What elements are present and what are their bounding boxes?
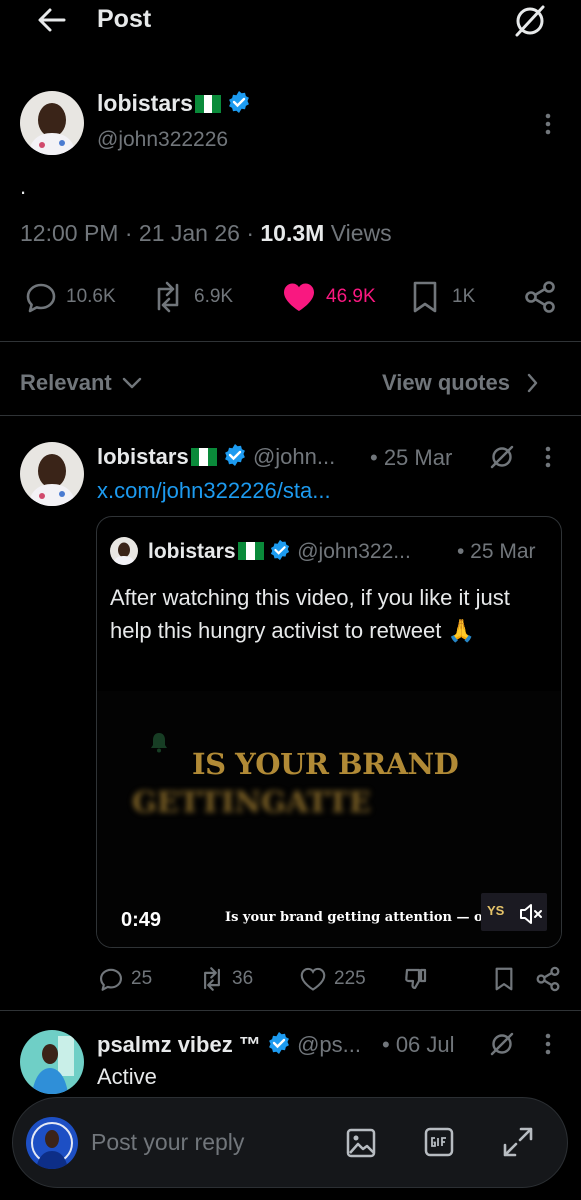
author-handle: @john322...	[297, 540, 411, 563]
repost-icon	[150, 280, 186, 314]
divider	[0, 341, 581, 342]
author-handle: @ps...	[297, 1032, 361, 1057]
avatar[interactable]	[20, 91, 84, 155]
video-caption: Is your brand getting attention — or	[225, 910, 490, 925]
post-date: 21 Jan 26	[138, 220, 240, 246]
reply-date: • 25 Mar	[370, 445, 453, 470]
verified-badge-icon	[267, 1031, 291, 1055]
author-name: psalmz vibez ™	[97, 1032, 261, 1057]
back-arrow-icon[interactable]	[36, 6, 68, 34]
more-options-icon[interactable]	[544, 1032, 552, 1056]
quote-author: lobistars @john322...	[148, 539, 411, 564]
quote-card[interactable]: lobistars @john322... • 25 Mar After wat…	[96, 516, 562, 948]
author-name: lobistars	[97, 90, 193, 116]
post-time: 12:00 PM	[20, 220, 119, 246]
author-handle: @john...	[252, 444, 336, 469]
grok-icon[interactable]	[512, 3, 548, 39]
view-quotes-label: View quotes	[382, 370, 510, 395]
nigeria-flag-icon	[190, 448, 217, 466]
avatar	[110, 537, 138, 565]
verified-badge-icon	[269, 539, 291, 561]
bookmark-icon	[410, 280, 440, 314]
avatar[interactable]	[20, 442, 84, 506]
video-headline: IS YOUR BRAND	[192, 747, 459, 781]
share-icon[interactable]	[523, 280, 557, 314]
grok-icon[interactable]	[489, 444, 515, 470]
reply-icon	[98, 966, 124, 992]
nigeria-flag-icon	[194, 95, 221, 113]
repost-button[interactable]: 36	[198, 966, 253, 992]
heart-filled-icon	[282, 281, 316, 313]
reply-count: 25	[131, 968, 153, 989]
view-quotes-link[interactable]: View quotes	[382, 370, 538, 396]
post-meta: 12:00 PM · 21 Jan 26 · 10.3M Views	[20, 220, 392, 246]
reply-link[interactable]: x.com/john322226/sta...	[97, 478, 331, 504]
repost-button[interactable]: 6.9K	[150, 280, 233, 314]
repost-icon	[198, 966, 226, 992]
relevance-dropdown[interactable]: Relevant	[20, 370, 142, 396]
gif-icon[interactable]	[424, 1127, 454, 1157]
views-count: 10.3M	[260, 220, 325, 246]
heart-icon	[300, 967, 326, 991]
video-player[interactable]: IS YOUR BRAND GETTINGATTE 0:49 Is your b…	[97, 691, 561, 947]
relevance-label: Relevant	[20, 370, 112, 395]
quote-text: After watching this video, if you like i…	[110, 585, 510, 643]
bookmark-count: 1K	[452, 286, 476, 307]
chevron-right-icon	[526, 373, 538, 393]
more-options-icon[interactable]	[544, 445, 552, 469]
more-options-icon[interactable]	[544, 112, 552, 136]
like-button[interactable]: 46.9K	[282, 280, 376, 314]
reply-date: • 06 Jul	[382, 1032, 455, 1057]
divider	[0, 1010, 581, 1011]
repost-count: 36	[232, 968, 254, 989]
views-label: Views	[330, 220, 392, 246]
reply-icon	[24, 280, 58, 314]
like-count: 46.9K	[326, 286, 376, 307]
author-name: lobistars	[148, 540, 236, 563]
expand-icon[interactable]	[501, 1125, 535, 1159]
reply-text: Active	[97, 1064, 157, 1089]
reply-author[interactable]: psalmz vibez ™ @ps...	[97, 1031, 361, 1058]
reply-composer: Post your reply	[12, 1097, 568, 1188]
like-count: 225	[334, 968, 366, 989]
verified-badge-icon	[227, 90, 251, 114]
avatar[interactable]	[20, 1030, 84, 1094]
author-name: lobistars	[97, 444, 189, 469]
bookmark-button[interactable]: 1K	[410, 280, 475, 314]
reply-count: 10.6K	[66, 286, 116, 307]
divider	[0, 415, 581, 416]
post-body: .	[20, 174, 27, 199]
share-icon[interactable]	[535, 966, 561, 992]
dislike-icon[interactable]	[403, 966, 429, 992]
grok-icon[interactable]	[489, 1031, 515, 1057]
avatar	[26, 1117, 78, 1169]
mute-icon[interactable]	[518, 903, 544, 925]
reply-button[interactable]: 10.6K	[24, 280, 116, 314]
thumbnail-watermark: YS	[487, 903, 505, 918]
reply-author[interactable]: lobistars @john...	[97, 443, 335, 470]
reply-button[interactable]: 25	[98, 966, 152, 992]
author-handle[interactable]: @john322226	[97, 128, 228, 152]
verified-badge-icon	[223, 443, 247, 467]
bell-icon	[149, 731, 169, 753]
video-duration: 0:49	[121, 909, 162, 931]
quote-date: • 25 Mar	[457, 540, 536, 563]
reply-input[interactable]: Post your reply	[91, 1129, 244, 1156]
like-button[interactable]: 225	[300, 966, 366, 992]
post-author[interactable]: lobistars	[97, 90, 251, 117]
repost-count: 6.9K	[194, 286, 234, 307]
video-headline-blurred: GETTINGATTE	[132, 785, 371, 819]
chevron-down-icon	[122, 376, 142, 390]
page-title: Post	[97, 5, 152, 33]
nigeria-flag-icon	[237, 542, 264, 560]
image-icon[interactable]	[345, 1127, 377, 1159]
bookmark-icon[interactable]	[493, 966, 515, 992]
